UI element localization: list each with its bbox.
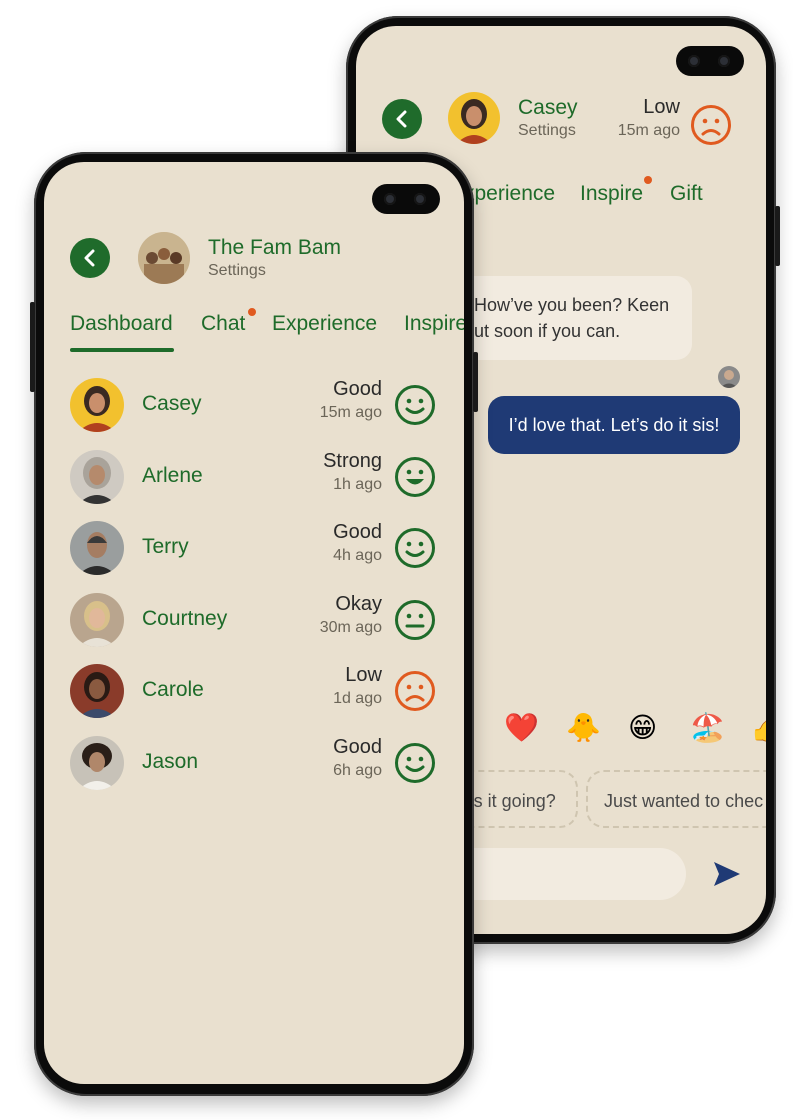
avatar (70, 736, 124, 790)
avatar (70, 450, 124, 504)
active-tab-underline (70, 348, 174, 352)
member-status: Low (345, 664, 382, 686)
sad-face-icon (691, 105, 731, 145)
list-item[interactable]: Courtney Okay 30m ago (44, 589, 464, 649)
member-name: Carole (142, 678, 204, 701)
smile-face-icon (395, 743, 435, 783)
member-status-time: 4h ago (333, 547, 382, 564)
member-status-time: 6h ago (333, 762, 382, 779)
inspire-notification-dot (644, 176, 652, 184)
dashboard-screen: The Fam Bam Settings Dashboard Chat Expe… (44, 162, 464, 1084)
emoji-grin[interactable]: 😁 (628, 712, 657, 744)
grin-face-icon (395, 457, 435, 497)
back-button[interactable] (70, 238, 110, 278)
list-item[interactable]: Arlene Strong 1h ago (44, 446, 464, 506)
avatar (70, 593, 124, 647)
tab-dashboard[interactable]: Dashboard (70, 312, 173, 336)
list-item[interactable]: Jason Good 6h ago (44, 732, 464, 792)
group-settings-link[interactable]: Settings (208, 262, 266, 280)
list-item[interactable]: Casey Good 15m ago (44, 374, 464, 434)
member-status: Good (333, 521, 382, 543)
member-name: Arlene (142, 464, 203, 487)
tab-experience[interactable]: Experience (272, 312, 377, 336)
tab-experience[interactable]: xperience (464, 182, 555, 206)
smile-face-icon (395, 385, 435, 425)
member-name: Casey (142, 392, 202, 415)
contact-avatar[interactable] (448, 92, 500, 144)
member-status-time: 30m ago (319, 619, 382, 636)
tab-inspire[interactable]: Inspire (580, 182, 643, 206)
member-name: Terry (142, 535, 189, 558)
member-status: Okay (335, 593, 382, 615)
contact-status: Low (643, 96, 680, 118)
outgoing-message-bubble: I’d love that. Let’s do it sis! (488, 396, 740, 454)
avatar (70, 521, 124, 575)
emoji-thumbs-up[interactable]: 👍 (750, 712, 766, 744)
chat-notification-dot (248, 308, 256, 316)
emoji-heart[interactable]: ❤️ (504, 712, 539, 744)
tab-inspire[interactable]: Inspire (404, 312, 464, 336)
member-status: Strong (323, 450, 382, 472)
chevron-left-icon (396, 110, 407, 128)
avatar (70, 378, 124, 432)
member-status: Good (333, 736, 382, 758)
group-title: The Fam Bam (208, 236, 342, 259)
incoming-message-line: How’ve you been? Keen (474, 295, 670, 315)
volume-button (30, 302, 35, 392)
member-status: Good (333, 378, 382, 400)
group-avatar[interactable] (138, 232, 190, 284)
tab-gift[interactable]: Gift (670, 182, 703, 206)
emoji-beach[interactable]: 🏖️ (690, 712, 725, 744)
member-status-time: 15m ago (319, 404, 382, 421)
contact-status-time: 15m ago (617, 122, 680, 139)
contact-settings-link[interactable]: Settings (518, 122, 576, 140)
contact-name: Casey (518, 96, 578, 119)
avatar (70, 664, 124, 718)
incoming-message-bubble: How’ve you been? Keen ut soon if you can… (456, 276, 692, 360)
send-icon[interactable] (712, 860, 742, 888)
member-name: Courtney (142, 607, 228, 630)
incoming-message-line: ut soon if you can. (474, 321, 621, 341)
tab-chat[interactable]: Chat (201, 312, 245, 336)
emoji-chick[interactable]: 🐥 (566, 712, 601, 744)
member-status-time: 1h ago (333, 476, 382, 493)
dashboard-phone: The Fam Bam Settings Dashboard Chat Expe… (30, 152, 478, 1096)
front-camera (676, 46, 744, 76)
power-button (775, 206, 780, 266)
quick-reply-chip[interactable]: Just wanted to chec (586, 770, 766, 828)
front-camera (372, 184, 440, 214)
list-item[interactable]: Carole Low 1d ago (44, 660, 464, 720)
chevron-left-icon (84, 249, 95, 267)
list-item[interactable]: Terry Good 4h ago (44, 517, 464, 577)
smile-face-icon (395, 528, 435, 568)
neutral-face-icon (395, 600, 435, 640)
sad-face-icon (395, 671, 435, 711)
outgoing-message-text: I’d love that. Let’s do it sis! (508, 415, 720, 435)
back-button[interactable] (382, 99, 422, 139)
member-name: Jason (142, 750, 199, 773)
member-status-time: 1d ago (333, 690, 382, 707)
sender-mini-avatar (718, 366, 740, 388)
power-button (473, 352, 478, 412)
